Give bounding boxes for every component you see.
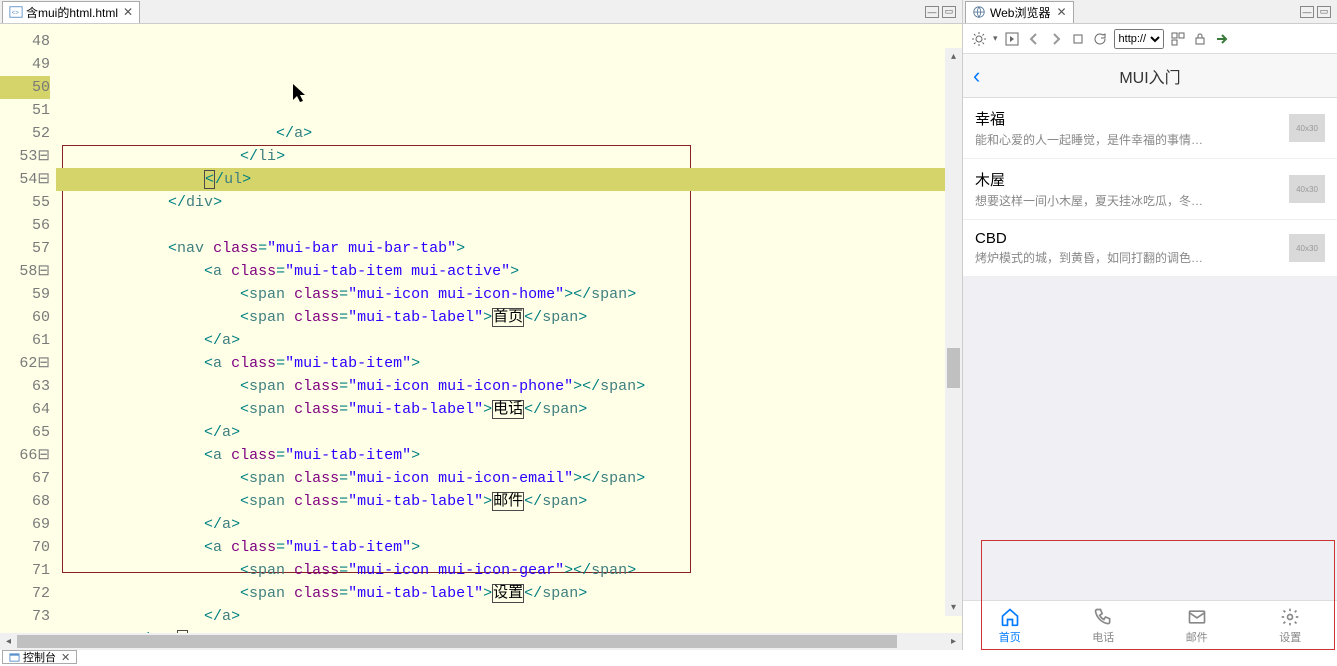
svg-text:<>: <> [12, 10, 20, 17]
browser-pane: Web浏览器 ✕ — ▭ ▾ http:// ‹ MUI入门 [963, 0, 1337, 650]
close-icon[interactable]: ✕ [1056, 5, 1066, 19]
minimize-icon[interactable]: — [925, 6, 939, 18]
thumbnail: 40x30 [1289, 175, 1325, 203]
code-line[interactable]: <span class="mui-tab-label">电话</span> [56, 398, 962, 421]
list-item[interactable]: 木屋想要这样一间小木屋，夏天挂冰吃瓜，冬…40x30 [963, 159, 1337, 220]
email-icon [1187, 607, 1207, 627]
tab-gear[interactable]: 设置 [1244, 601, 1337, 650]
thumbnail: 40x30 [1289, 114, 1325, 142]
refresh-icon[interactable] [1092, 31, 1108, 47]
code-line[interactable]: <span class="mui-tab-label">设置</span> [56, 582, 962, 605]
code-line[interactable]: <a class="mui-tab-item"> [56, 536, 962, 559]
code-line[interactable]: <span class="mui-icon mui-icon-gear"></s… [56, 559, 962, 582]
stop-icon[interactable] [1070, 31, 1086, 47]
close-icon[interactable]: ✕ [123, 5, 133, 19]
horizontal-scrollbar[interactable]: ◂ ▸ [0, 633, 962, 650]
maximize-icon[interactable]: ▭ [942, 6, 956, 18]
code-line[interactable]: <a class="mui-tab-item"> [56, 444, 962, 467]
phone-icon [1093, 607, 1113, 627]
code-line[interactable]: </a> [56, 329, 962, 352]
forward-icon[interactable] [1048, 31, 1064, 47]
browser-toolbar: ▾ http:// [963, 24, 1337, 54]
html-file-icon: <> [9, 5, 23, 19]
editor-pane: <> 含mui的html.html ✕ — ▭ 484950515253⊟54⊟… [0, 0, 963, 650]
tab-email[interactable]: 邮件 [1150, 601, 1244, 650]
code-line[interactable]: <a class="mui-tab-item mui-active"> [56, 260, 962, 283]
file-tab[interactable]: <> 含mui的html.html ✕ [2, 1, 140, 23]
code-line[interactable]: </a> [56, 122, 962, 145]
list-item[interactable]: CBD烤炉模式的城，到黄昏，如同打翻的调色…40x30 [963, 220, 1337, 277]
go-icon[interactable] [1004, 31, 1020, 47]
thumbnail: 40x30 [1289, 234, 1325, 262]
qr-icon[interactable] [1170, 31, 1186, 47]
code-line[interactable]: <span class="mui-icon mui-icon-email"></… [56, 467, 962, 490]
preview-area: ‹ MUI入门 幸福能和心爱的人一起睡觉，是件幸福的事情…40x30木屋想要这样… [963, 54, 1337, 650]
code-line[interactable]: </li> [56, 145, 962, 168]
tab-home[interactable]: 首页 [963, 601, 1057, 650]
code-line[interactable]: <span class="mui-tab-label">首页</span> [56, 306, 962, 329]
browser-tab-label: Web浏览器 [990, 4, 1050, 21]
maximize-icon[interactable]: ▭ [1317, 6, 1331, 18]
tab-phone[interactable]: 电话 [1057, 601, 1151, 650]
code-line[interactable]: </nav> [56, 628, 962, 633]
back-icon[interactable] [1026, 31, 1042, 47]
gear-icon [1280, 607, 1300, 627]
go-arrow-icon[interactable] [1214, 31, 1230, 47]
code-line[interactable]: </a> [56, 605, 962, 628]
globe-icon [972, 5, 986, 19]
gear-icon[interactable] [971, 31, 987, 47]
browser-tab[interactable]: Web浏览器 ✕ [965, 1, 1074, 23]
code-line[interactable]: <a class="mui-tab-item"> [56, 352, 962, 375]
code-line[interactable]: <span class="mui-icon mui-icon-phone"></… [56, 375, 962, 398]
list-item[interactable]: 幸福能和心爱的人一起睡觉，是件幸福的事情…40x30 [963, 98, 1337, 159]
back-chevron-icon[interactable]: ‹ [973, 63, 980, 89]
close-icon[interactable]: ✕ [61, 651, 70, 664]
page-title: MUI入门 [1119, 64, 1180, 88]
editor-tab-row: <> 含mui的html.html ✕ — ▭ [0, 0, 962, 24]
code-line[interactable]: <span class="mui-icon mui-icon-home"></s… [56, 283, 962, 306]
console-icon [9, 652, 20, 663]
editor-body[interactable]: 484950515253⊟54⊟55565758⊟59606162⊟636465… [0, 24, 962, 633]
lock-icon[interactable] [1192, 31, 1208, 47]
code-line[interactable] [56, 214, 962, 237]
console-tab[interactable]: 控制台 ✕ [2, 650, 77, 664]
file-tab-label: 含mui的html.html [26, 4, 118, 21]
code-line[interactable]: </ul> [56, 168, 962, 191]
code-line[interactable]: </a> [56, 513, 962, 536]
vertical-scrollbar[interactable]: ▴ ▾ [945, 48, 962, 616]
home-icon [1000, 607, 1020, 627]
tab-bar: 首页电话邮件设置 [963, 600, 1337, 650]
mui-header: ‹ MUI入门 [963, 54, 1337, 98]
code-line[interactable]: <span class="mui-tab-label">邮件</span> [56, 490, 962, 513]
code-line[interactable]: <nav class="mui-bar mui-bar-tab"> [56, 237, 962, 260]
code-line[interactable]: </div> [56, 191, 962, 214]
minimize-icon[interactable]: — [1300, 6, 1314, 18]
code-line[interactable]: </a> [56, 421, 962, 444]
url-scheme-select[interactable]: http:// [1114, 29, 1164, 49]
